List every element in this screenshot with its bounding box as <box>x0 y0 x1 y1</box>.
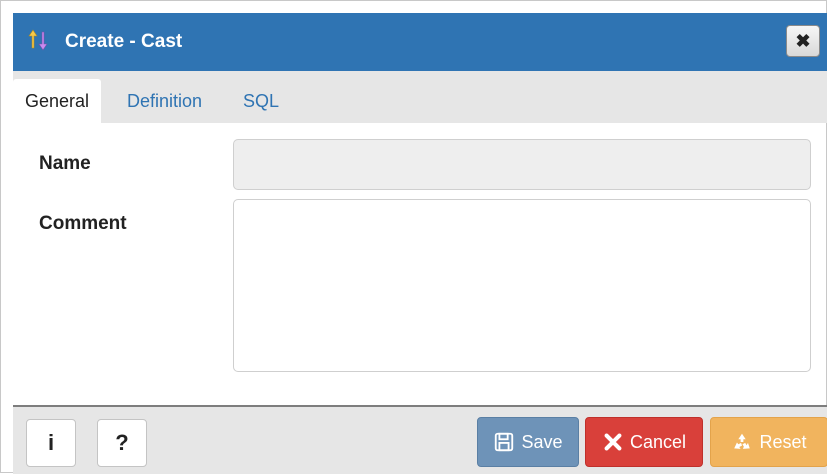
recycle-icon <box>734 433 751 449</box>
comment-label: Comment <box>39 213 127 234</box>
info-icon: i <box>47 430 55 455</box>
floppy-disk-icon <box>495 432 514 452</box>
tab-general[interactable]: General <box>13 79 102 123</box>
close-icon: ✖ <box>795 30 811 51</box>
dialog-title: Create - Cast <box>65 31 183 52</box>
save-button[interactable]: Save <box>477 417 579 467</box>
reset-label: Reset <box>759 431 807 452</box>
reset-button[interactable]: Reset <box>710 417 827 467</box>
help-icon: ? <box>115 430 129 455</box>
save-label: Save <box>521 431 563 452</box>
comment-field[interactable] <box>233 199 811 372</box>
name-field[interactable] <box>233 139 811 190</box>
name-label: Name <box>39 153 91 174</box>
cancel-label: Cancel <box>629 431 687 452</box>
info-button[interactable]: i <box>26 419 76 467</box>
x-icon <box>604 433 622 451</box>
cast-icon <box>28 29 48 51</box>
create-cast-dialog: Create - Cast ✖ General Definition SQL N… <box>0 0 827 474</box>
dialog-titlebar: Create - Cast ✖ <box>13 13 827 71</box>
close-button[interactable]: ✖ <box>786 25 820 57</box>
dialog-footer: i ? Save Cancel Reset <box>13 405 827 474</box>
tab-sql[interactable]: SQL <box>243 79 279 123</box>
help-button[interactable]: ? <box>97 419 147 467</box>
cancel-button[interactable]: Cancel <box>585 417 703 467</box>
tab-bar: General Definition SQL <box>13 71 827 123</box>
tab-definition[interactable]: Definition <box>127 79 202 123</box>
